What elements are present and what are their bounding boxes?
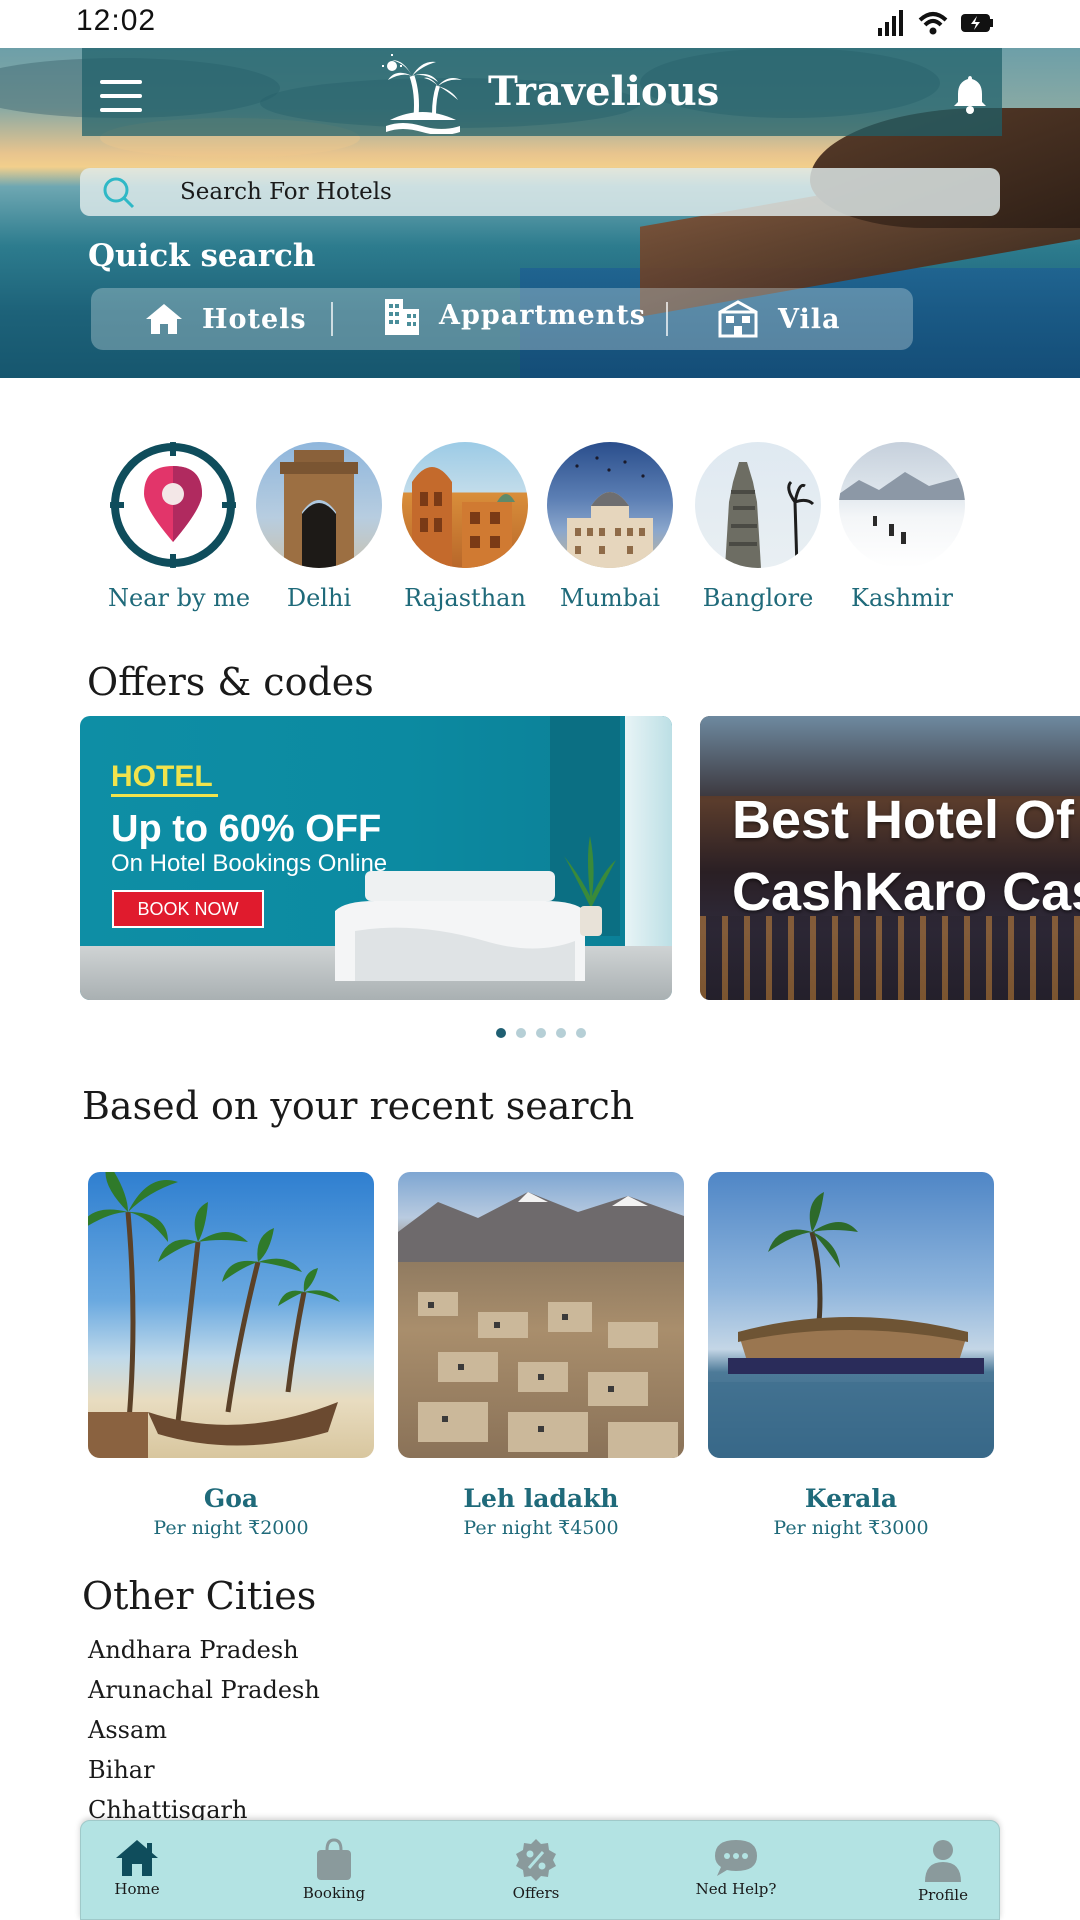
recent-card-kerala[interactable]: Kerala Per night ₹3000 — [708, 1172, 994, 1539]
mumbai-image — [547, 442, 673, 568]
bed-image — [335, 871, 585, 981]
status-icons — [878, 10, 994, 36]
hamburger-menu-icon[interactable] — [100, 80, 142, 112]
destination-near-by-me[interactable]: Near by me — [108, 442, 251, 612]
city-list-item[interactable]: Bihar — [88, 1750, 320, 1790]
nav-home[interactable]: Home — [72, 1838, 202, 1898]
book-now-button[interactable]: BOOK NOW — [112, 890, 264, 928]
nav-label: Profile — [918, 1886, 968, 1904]
carousel-dot[interactable] — [536, 1028, 546, 1038]
recent-card-goa[interactable]: Goa Per night ₹2000 — [88, 1172, 374, 1539]
house-icon — [146, 304, 182, 334]
nav-label: Home — [114, 1880, 160, 1898]
city-list-item[interactable]: Assam — [88, 1710, 320, 1750]
offer-headline: Up to 60% OFF — [111, 808, 382, 850]
city-list-item[interactable]: Andhara Pradesh — [88, 1630, 320, 1670]
recent-price: Per night ₹3000 — [773, 1517, 929, 1539]
home-icon — [116, 1840, 158, 1876]
divider — [331, 302, 333, 336]
other-cities-title: Other Cities — [82, 1574, 317, 1618]
app-title: Travelious — [488, 68, 720, 115]
recent-city: Leh ladakh — [463, 1484, 619, 1513]
other-cities-list: Andhara Pradesh Arunachal Pradesh Assam … — [88, 1630, 320, 1830]
destination-kashmir[interactable]: Kashmir — [837, 442, 967, 612]
destination-delhi[interactable]: Delhi — [254, 442, 384, 612]
offer-tag: HOTEL — [111, 760, 213, 793]
offer-line-1: Best Hotel Of — [732, 790, 1075, 850]
nav-label: Booking — [302, 1884, 366, 1902]
destination-label: Mumbai — [559, 584, 661, 612]
kashmir-image — [839, 442, 965, 568]
palm-island-logo-icon — [382, 54, 462, 134]
offer-card-hotel[interactable]: HOTEL Up to 60% OFF On Hotel Bookings On… — [80, 716, 672, 1000]
quick-search-villa-button[interactable]: Vila — [716, 290, 840, 348]
nav-profile[interactable]: Profile — [878, 1838, 1008, 1904]
destination-label: Near by me — [108, 584, 251, 612]
chat-bubble-icon — [715, 1840, 757, 1876]
leh-ladakh-image — [398, 1172, 684, 1458]
search-input[interactable] — [180, 172, 960, 212]
offer-line-2: CashKaro Cas — [732, 862, 1080, 922]
shopping-bag-icon — [317, 1838, 351, 1880]
wifi-icon — [918, 12, 948, 35]
battery-icon — [961, 14, 993, 32]
nav-booking[interactable]: Booking — [269, 1838, 399, 1902]
nav-label: Ned Help? — [695, 1880, 777, 1898]
carousel-dot[interactable] — [496, 1028, 506, 1038]
building-icon — [385, 299, 419, 335]
carousel-dot[interactable] — [576, 1028, 586, 1038]
destination-label: Kashmir — [851, 584, 953, 612]
villa-icon — [718, 300, 758, 338]
location-pin-icon — [110, 442, 236, 568]
quick-search-villa-label: Vila — [778, 303, 841, 335]
search-icon — [103, 177, 135, 209]
recent-card-leh-ladakh[interactable]: Leh ladakh Per night ₹4500 — [398, 1172, 684, 1539]
destination-label: Banglore — [702, 584, 814, 612]
destination-mumbai[interactable]: Mumbai — [545, 442, 675, 612]
offers-section-title: Offers & codes — [87, 660, 374, 704]
destination-banglore[interactable]: Banglore — [693, 442, 823, 612]
status-bar: 12:02 — [0, 0, 1080, 48]
recent-price: Per night ₹4500 — [463, 1517, 619, 1539]
quick-search-hotels-button[interactable]: Hotels — [144, 290, 307, 348]
recent-city: Goa — [203, 1484, 259, 1513]
destination-label: Rajasthan — [404, 584, 526, 612]
offer-headline: Best Hotel Of CashKaro Cas — [732, 784, 1080, 928]
recent-city: Kerala — [804, 1484, 898, 1513]
delhi-image — [256, 442, 382, 568]
quick-search-title: Quick search — [88, 238, 316, 274]
nav-label: Offers — [512, 1884, 560, 1902]
kerala-image — [708, 1172, 994, 1458]
notification-bell-icon[interactable] — [953, 74, 987, 114]
nav-help[interactable]: Ned Help? — [671, 1838, 801, 1898]
goa-image — [88, 1172, 374, 1458]
offer-card-cashkaro[interactable]: Best Hotel Of CashKaro Cas — [700, 716, 1080, 1000]
destination-rajasthan[interactable]: Rajasthan — [400, 442, 530, 612]
carousel-dot[interactable] — [556, 1028, 566, 1038]
quick-search-apartments-label: Appartments — [439, 299, 646, 331]
carousel-dots — [496, 1028, 586, 1038]
destination-label: Delhi — [286, 584, 352, 612]
status-time: 12:02 — [76, 4, 157, 37]
city-list-item[interactable]: Arunachal Pradesh — [88, 1670, 320, 1710]
quick-search-apartments-button[interactable]: Appartments — [383, 286, 646, 344]
signal-icon — [878, 10, 903, 36]
percent-badge-icon — [516, 1839, 556, 1881]
rajasthan-image — [402, 442, 528, 568]
recent-section-title: Based on your recent search — [82, 1084, 635, 1128]
recent-price: Per night ₹2000 — [153, 1517, 309, 1539]
user-icon — [925, 1840, 961, 1882]
divider — [666, 302, 668, 336]
plant-icon — [564, 836, 616, 936]
quick-search-hotels-label: Hotels — [202, 303, 307, 335]
nav-offers[interactable]: Offers — [471, 1838, 601, 1902]
carousel-dot[interactable] — [516, 1028, 526, 1038]
divider — [111, 794, 218, 797]
banglore-image — [695, 442, 821, 568]
